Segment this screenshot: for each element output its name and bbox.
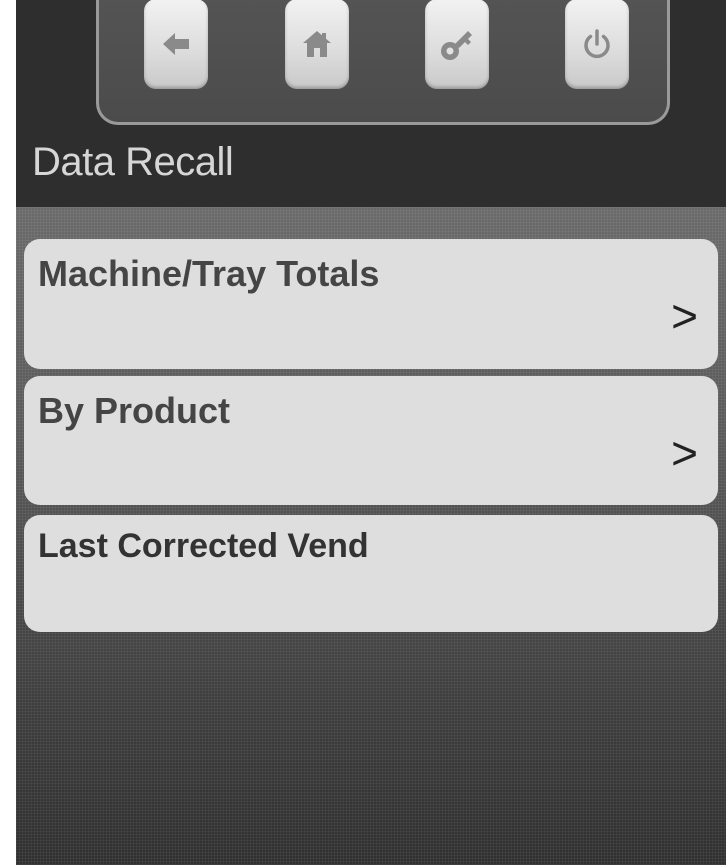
chevron-right-icon: > bbox=[671, 290, 698, 342]
menu-item-label: Last Corrected Vend bbox=[38, 527, 369, 565]
power-icon bbox=[584, 29, 610, 59]
arrow-left-icon bbox=[163, 33, 189, 55]
key-icon bbox=[441, 31, 472, 60]
power-button[interactable] bbox=[565, 0, 629, 89]
page-title: Data Recall bbox=[32, 140, 234, 184]
toolbar-panel bbox=[96, 0, 670, 125]
chevron-right-icon: > bbox=[671, 427, 698, 479]
key-button[interactable] bbox=[425, 0, 489, 89]
menu-item-last-corrected-vend[interactable]: Last Corrected Vend bbox=[24, 515, 718, 632]
back-button[interactable] bbox=[144, 0, 208, 89]
home-button[interactable] bbox=[285, 0, 349, 89]
menu-item-label: By Product bbox=[38, 390, 231, 431]
home-icon bbox=[303, 31, 331, 57]
menu-item-by-product[interactable]: By Product > bbox=[24, 376, 718, 505]
menu-item-label: Machine/Tray Totals bbox=[38, 253, 380, 294]
menu-item-machine-tray-totals[interactable]: Machine/Tray Totals > bbox=[24, 239, 718, 369]
device-screen: Data Recall Machine/Tray Totals > By Pro… bbox=[16, 0, 726, 865]
